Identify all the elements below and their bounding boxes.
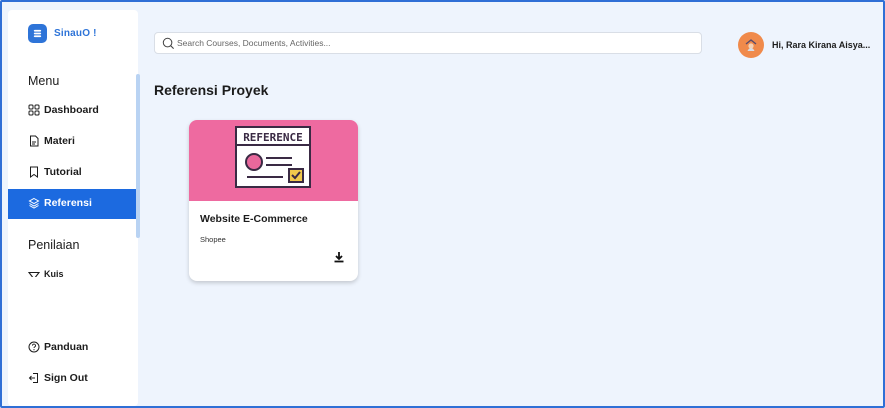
avatar-illustration-icon xyxy=(745,39,757,51)
search-icon xyxy=(162,37,175,50)
page-title: Referensi Proyek xyxy=(154,82,269,98)
card-title: Website E-Commerce xyxy=(200,213,308,225)
reference-document-icon: REFERENCE xyxy=(235,126,311,188)
sidebar-item-label: Panduan xyxy=(44,341,89,353)
sign-out-icon xyxy=(28,373,38,383)
help-circle-icon xyxy=(28,341,40,353)
bookmark-icon xyxy=(30,166,38,178)
sidebar-item-label: Sign Out xyxy=(44,372,88,384)
menu-section-title: Menu xyxy=(28,74,60,88)
sidebar-item-label: Tutorial xyxy=(44,166,82,178)
sidebar-item-tutorial[interactable]: Tutorial xyxy=(28,166,82,178)
sidebar-item-dashboard[interactable]: Dashboard xyxy=(28,104,99,116)
reference-banner-text: REFERENCE xyxy=(243,131,303,144)
quiz-icon xyxy=(28,271,40,277)
user-profile[interactable]: Hi, Rara Kirana Aisya... xyxy=(738,32,870,58)
sidebar-scrollbar[interactable] xyxy=(136,74,140,238)
sidebar-item-materi[interactable]: Materi xyxy=(28,135,75,147)
app-logo[interactable]: SinauO ! xyxy=(28,24,97,43)
logo-icon xyxy=(28,24,47,43)
logo-text: SinauO ! xyxy=(54,28,97,39)
assessment-section-title: Penilaian xyxy=(28,238,80,252)
sidebar-item-panduan[interactable]: Panduan xyxy=(28,341,88,353)
sidebar-item-referensi[interactable]: Referensi xyxy=(8,189,138,219)
sidebar-item-sign-out[interactable]: Sign Out xyxy=(28,372,88,384)
search-input[interactable] xyxy=(177,38,701,48)
layers-icon xyxy=(28,197,40,209)
download-icon[interactable] xyxy=(333,251,345,263)
sidebar-item-kuis[interactable]: Kuis xyxy=(28,269,64,277)
card-subtitle: Shopee xyxy=(200,235,226,244)
card-banner: REFERENCE xyxy=(189,120,358,201)
document-icon xyxy=(30,135,39,147)
sidebar-item-label: Kuis xyxy=(44,269,64,277)
sidebar-item-label: Materi xyxy=(44,135,75,147)
reference-card[interactable]: REFERENCE Website E-Commerce Shopee xyxy=(189,120,358,281)
search-bar[interactable] xyxy=(154,32,702,54)
grid-icon xyxy=(28,104,40,116)
sidebar-item-label: Referensi xyxy=(44,197,92,209)
app-window: SinauO ! Menu Dashboard Materi Tutorial … xyxy=(0,0,885,408)
user-greeting: Hi, Rara Kirana Aisya... xyxy=(772,40,871,50)
sidebar-item-label: Dashboard xyxy=(44,104,99,116)
avatar[interactable] xyxy=(738,32,764,58)
